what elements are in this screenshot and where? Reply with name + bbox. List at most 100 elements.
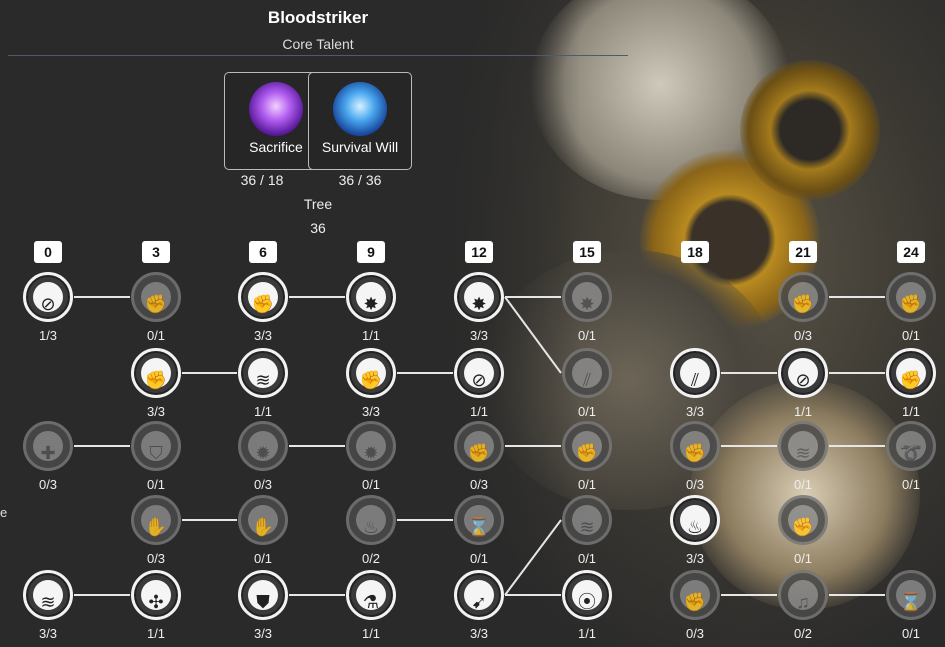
talent-node[interactable]: ≋ <box>23 570 73 620</box>
fist-icon: ✊ <box>896 282 926 314</box>
icon-glyph: ✊ <box>791 517 815 537</box>
impact-icon: ✸ <box>464 282 494 314</box>
burning-fist-icon: ♨ <box>680 505 710 537</box>
icon-glyph: ✊ <box>359 370 383 390</box>
icon-glyph: ✹ <box>255 443 271 463</box>
impact-icon: ✸ <box>356 282 386 314</box>
shield-icon: ⛉ <box>141 431 171 463</box>
talent-node[interactable]: ✋ <box>131 495 181 545</box>
talent-rank: 0/1 <box>901 328 921 343</box>
talent-node[interactable]: ⚗ <box>346 570 396 620</box>
talent-rank: 0/3 <box>253 477 273 492</box>
level-badge: 12 <box>465 241 493 263</box>
talent-node[interactable]: ✋ <box>238 495 288 545</box>
fist-icon: ✊ <box>356 358 386 390</box>
icon-glyph: ✊ <box>899 294 923 314</box>
talent-rank: 1/1 <box>361 328 381 343</box>
talent-node[interactable]: ➹ <box>454 570 504 620</box>
talent-node[interactable]: ✊ <box>886 272 936 322</box>
talent-rank: 1/1 <box>146 626 166 641</box>
talent-node[interactable]: ✊ <box>778 272 828 322</box>
talent-node[interactable]: ≋ <box>238 348 288 398</box>
talent-rank: 1/1 <box>253 404 273 419</box>
talent-node[interactable]: ✊ <box>238 272 288 322</box>
level-badge: 21 <box>789 241 817 263</box>
talent-node[interactable]: ✊ <box>562 421 612 471</box>
talent-node[interactable]: ✣ <box>131 570 181 620</box>
talent-rank: 3/3 <box>685 404 705 419</box>
talent-node[interactable]: ✊ <box>346 348 396 398</box>
icon-glyph: ♨ <box>362 517 380 537</box>
talent-node[interactable]: ✚ <box>23 421 73 471</box>
icon-glyph: ✊ <box>575 443 599 463</box>
talent-rank: 0/1 <box>361 477 381 492</box>
hourglass-icon: ⌛ <box>464 505 494 537</box>
talent-rank: 0/1 <box>577 551 597 566</box>
talent-node[interactable]: ♨ <box>346 495 396 545</box>
heal-figure-icon: ✚ <box>33 431 63 463</box>
talent-node[interactable]: ♨ <box>670 495 720 545</box>
talent-node[interactable]: ✊ <box>778 495 828 545</box>
talent-node[interactable]: ✊ <box>131 272 181 322</box>
icon-glyph: ⛉ <box>149 443 163 463</box>
icon-glyph: ⌛ <box>899 592 923 612</box>
icon-glyph: ≋ <box>40 592 56 612</box>
icon-glyph: ➹ <box>471 592 487 612</box>
talent-node[interactable]: ⛉ <box>131 421 181 471</box>
talent-node[interactable]: ✹ <box>238 421 288 471</box>
talent-node[interactable]: ✊ <box>131 348 181 398</box>
talent-rank: 3/3 <box>253 328 273 343</box>
talent-rank: 0/3 <box>146 551 166 566</box>
talent-node[interactable]: ✸ <box>562 272 612 322</box>
talent-node[interactable]: ⦿ <box>562 570 612 620</box>
dash-kick-icon: ≋ <box>33 580 63 612</box>
talent-node[interactable]: ✊ <box>670 570 720 620</box>
level-badge: 24 <box>897 241 925 263</box>
icon-glyph: ⊘ <box>40 294 56 314</box>
icon-glyph: ♫ <box>796 592 810 612</box>
talent-node[interactable]: ⌛ <box>886 570 936 620</box>
talent-node[interactable]: ✸ <box>454 272 504 322</box>
talent-node[interactable]: ⫽ <box>562 348 612 398</box>
talent-rank: 0/3 <box>685 477 705 492</box>
talent-node[interactable]: ⊘ <box>454 348 504 398</box>
talent-node[interactable]: ✊ <box>670 421 720 471</box>
fist-icon: ✊ <box>788 282 818 314</box>
icon-glyph: ✚ <box>40 443 56 463</box>
icon-glyph: ⊘ <box>471 370 487 390</box>
talent-node[interactable]: ♫ <box>778 570 828 620</box>
icon-glyph: ✊ <box>144 294 168 314</box>
fist-icon: ✊ <box>788 505 818 537</box>
talent-rank: 0/1 <box>901 626 921 641</box>
swirl-arrow-icon: ➹ <box>464 580 494 612</box>
talent-node[interactable]: ✸ <box>346 272 396 322</box>
dash-kick-icon: ≋ <box>572 505 602 537</box>
talent-node[interactable]: ⊘ <box>778 348 828 398</box>
fist-icon: ✊ <box>141 282 171 314</box>
icon-glyph: ⊘ <box>795 370 811 390</box>
talent-node[interactable]: ✹ <box>346 421 396 471</box>
talent-node[interactable]: ⫽ <box>670 348 720 398</box>
icon-glyph: ≋ <box>255 370 271 390</box>
talent-node[interactable]: ⛊ <box>238 570 288 620</box>
punch-burst-icon: ✹ <box>356 431 386 463</box>
dash-kick-icon: ≋ <box>248 358 278 390</box>
talent-node[interactable]: ⊘ <box>23 272 73 322</box>
talent-rank: 0/3 <box>793 328 813 343</box>
talent-rank: 1/1 <box>469 404 489 419</box>
talent-node[interactable]: ✊ <box>886 348 936 398</box>
talent-rank: 0/1 <box>146 477 166 492</box>
talent-rank: 3/3 <box>469 328 489 343</box>
talent-node[interactable]: ≋ <box>778 421 828 471</box>
icon-glyph: ⛊ <box>256 592 270 612</box>
icon-glyph: ✊ <box>467 443 491 463</box>
fist-icon: ✊ <box>572 431 602 463</box>
talent-node[interactable]: ➰ <box>886 421 936 471</box>
talent-node[interactable]: ⌛ <box>454 495 504 545</box>
icon-glyph: ✊ <box>251 294 275 314</box>
talent-node[interactable]: ≋ <box>562 495 612 545</box>
talent-node[interactable]: ✊ <box>454 421 504 471</box>
level-badge: 0 <box>34 241 62 263</box>
icon-glyph: ♨ <box>686 517 704 537</box>
fist-icon: ✊ <box>248 282 278 314</box>
